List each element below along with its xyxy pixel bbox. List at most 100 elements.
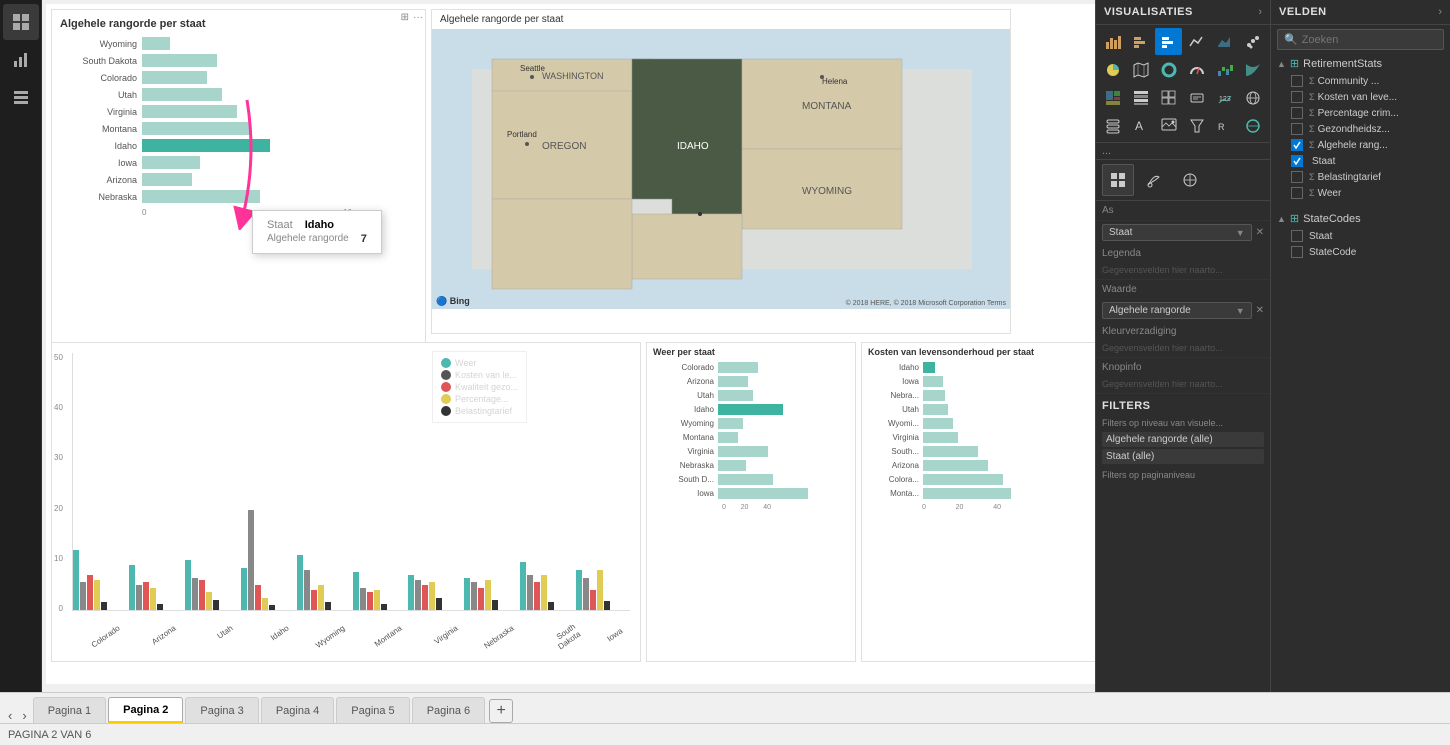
tab-pagina-6[interactable]: Pagina 6 bbox=[412, 697, 485, 723]
list-item[interactable]: Staat bbox=[1271, 153, 1450, 169]
field-checkbox-checked bbox=[1291, 155, 1303, 167]
vis-icon-python[interactable]: R bbox=[1211, 112, 1238, 139]
field-label: Kosten van leve... bbox=[1318, 92, 1398, 103]
vis-icon-matrix[interactable] bbox=[1155, 84, 1182, 111]
tab-pagina-5[interactable]: Pagina 5 bbox=[336, 697, 409, 723]
knopinfo-label: Knopinfo bbox=[1096, 358, 1270, 377]
field-label: Weer bbox=[1318, 188, 1342, 199]
vis-icon-globe[interactable] bbox=[1239, 84, 1266, 111]
tooltip-staat-label: Staat bbox=[267, 219, 293, 231]
vis-panel-expand[interactable]: › bbox=[1258, 6, 1262, 18]
search-input[interactable] bbox=[1302, 34, 1437, 46]
field-label: Staat bbox=[1309, 231, 1332, 242]
list-item[interactable]: Σ Algehele rang... bbox=[1271, 137, 1450, 153]
svg-text:WASHINGTON: WASHINGTON bbox=[542, 71, 604, 81]
kleurverzadiging-label: Kleurverzadiging bbox=[1096, 322, 1270, 341]
field-group-header-statecodes[interactable]: ▲ ⊞ StateCodes bbox=[1271, 209, 1450, 228]
chart-more-icon[interactable]: ··· bbox=[413, 12, 423, 23]
vis-icon-text[interactable]: A bbox=[1127, 112, 1154, 139]
svg-text:IDAHO: IDAHO bbox=[677, 141, 709, 152]
vis-icon-image[interactable] bbox=[1155, 112, 1182, 139]
filters-title: FILTERS bbox=[1102, 400, 1264, 412]
list-item[interactable]: Σ Kosten van leve... bbox=[1271, 89, 1450, 105]
vis-icon-kpi[interactable]: 123 bbox=[1211, 84, 1238, 111]
format-paint-icon[interactable] bbox=[1138, 164, 1170, 196]
vis-icon-pie[interactable] bbox=[1099, 56, 1126, 83]
algehele-dropdown[interactable]: Algehele rangorde ▼ bbox=[1102, 302, 1252, 319]
list-item[interactable]: Staat bbox=[1271, 228, 1450, 244]
kosten-chart-title: Kosten van levensonderhoud per staat bbox=[862, 343, 1095, 361]
sigma-icon: Σ bbox=[1309, 124, 1315, 134]
table-row: Utah bbox=[60, 88, 417, 101]
vis-icon-area[interactable] bbox=[1211, 28, 1238, 55]
filter-staat[interactable]: Staat (alle) bbox=[1102, 449, 1264, 464]
bar-chart-1-title: Algehele rangorde per staat bbox=[60, 18, 417, 30]
vis-icon-globe2[interactable] bbox=[1239, 112, 1266, 139]
staat-dropdown[interactable]: Staat ▼ bbox=[1102, 224, 1252, 241]
vis-icon-scatter[interactable] bbox=[1239, 28, 1266, 55]
fields-panel-expand[interactable]: › bbox=[1438, 6, 1442, 18]
format-fields-icon[interactable] bbox=[1102, 164, 1134, 196]
add-page-button[interactable]: + bbox=[489, 699, 513, 723]
field-group-header-retirement[interactable]: ▲ ⊞ RetirementStats bbox=[1271, 54, 1450, 73]
field-checkbox bbox=[1291, 230, 1303, 242]
table-row: Wyoming bbox=[60, 37, 417, 50]
vis-icon-card[interactable] bbox=[1183, 84, 1210, 111]
vis-icon-line[interactable] bbox=[1183, 28, 1210, 55]
table-row: Idaho bbox=[868, 362, 1095, 373]
table-row: Arizona bbox=[868, 460, 1095, 471]
tab-nav-prev[interactable]: ‹ bbox=[4, 708, 16, 723]
sigma-icon: Σ bbox=[1309, 92, 1315, 102]
sigma-icon: Σ bbox=[1309, 172, 1315, 182]
filter-algehele[interactable]: Algehele rangorde (alle) bbox=[1102, 432, 1264, 447]
expand-icon2: ▲ bbox=[1277, 214, 1286, 224]
vis-icon-gauge[interactable] bbox=[1183, 56, 1210, 83]
table-row: Wyomi... bbox=[868, 418, 1095, 429]
field-label: Gezondheidsz... bbox=[1318, 124, 1390, 135]
vis-icon-bar-active[interactable] bbox=[1155, 28, 1182, 55]
page-status: PAGINA 2 VAN 6 bbox=[8, 729, 91, 741]
vis-icon-slicer[interactable] bbox=[1099, 112, 1126, 139]
vis-icon-ribbon[interactable] bbox=[1239, 56, 1266, 83]
vis-icon-bar2[interactable] bbox=[1127, 28, 1154, 55]
algehele-close-icon[interactable]: ✕ bbox=[1256, 305, 1264, 316]
list-item[interactable]: Σ Gezondheidsz... bbox=[1271, 121, 1450, 137]
vis-icon-map[interactable] bbox=[1127, 56, 1154, 83]
table-row[interactable]: Idaho bbox=[60, 139, 417, 152]
vis-icon-treemap[interactable] bbox=[1099, 84, 1126, 111]
tab-pagina-2[interactable]: Pagina 2 bbox=[108, 697, 183, 723]
filter-section-1: Filters op niveau van visuele... bbox=[1102, 416, 1264, 430]
chart-maximize-icon[interactable]: ⊞ bbox=[401, 12, 409, 23]
format-analytics-icon[interactable] bbox=[1174, 164, 1206, 196]
tab-nav-next[interactable]: › bbox=[18, 708, 30, 723]
list-item[interactable]: Σ Community ... bbox=[1271, 73, 1450, 89]
tab-pagina-3[interactable]: Pagina 3 bbox=[185, 697, 258, 723]
vis-more-button[interactable]: ... bbox=[1096, 143, 1270, 159]
table-row: South... bbox=[868, 446, 1095, 457]
sidebar-icon-data[interactable] bbox=[3, 80, 39, 116]
staat-close-icon[interactable]: ✕ bbox=[1256, 227, 1264, 238]
vis-icon-table[interactable] bbox=[1127, 84, 1154, 111]
tooltip: Staat Idaho Algehele rangorde 7 bbox=[252, 210, 382, 254]
tab-pagina-1[interactable]: Pagina 1 bbox=[33, 697, 106, 723]
list-item[interactable]: StateCode bbox=[1271, 244, 1450, 260]
vis-icon-donut[interactable] bbox=[1155, 56, 1182, 83]
table-row: Colorado bbox=[653, 362, 849, 373]
sidebar-icon-dashboard[interactable] bbox=[3, 4, 39, 40]
list-item[interactable]: Σ Weer bbox=[1271, 185, 1450, 201]
tab-pagina-4[interactable]: Pagina 4 bbox=[261, 697, 334, 723]
list-item[interactable]: Σ Percentage crim... bbox=[1271, 105, 1450, 121]
search-box[interactable]: 🔍 bbox=[1277, 29, 1444, 50]
sigma-icon: Σ bbox=[1309, 188, 1315, 198]
sigma-icon: Σ bbox=[1309, 140, 1315, 150]
table-row: Iowa bbox=[868, 376, 1095, 387]
sidebar-icon-chart[interactable] bbox=[3, 42, 39, 78]
svg-text:R: R bbox=[1218, 122, 1225, 132]
table-row: Nebraska bbox=[60, 190, 417, 203]
vis-icon-waterfall[interactable] bbox=[1211, 56, 1238, 83]
vis-icon-filter[interactable] bbox=[1183, 112, 1210, 139]
expand-icon: ▲ bbox=[1277, 59, 1286, 69]
list-item[interactable]: Σ Belastingtarief bbox=[1271, 169, 1450, 185]
vis-icon-bar[interactable] bbox=[1099, 28, 1126, 55]
sigma-icon: Σ bbox=[1309, 108, 1315, 118]
